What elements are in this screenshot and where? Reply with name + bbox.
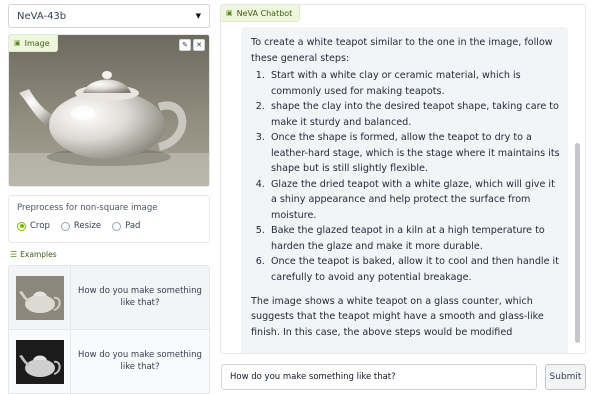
- examples-label: ☰ Examples: [10, 250, 57, 259]
- chatbot-label: ▣ NeVA Chatbot: [221, 5, 301, 22]
- example-text[interactable]: How do you make something like that?: [71, 330, 209, 393]
- image-panel-label: ▣ Image: [9, 35, 58, 52]
- step-item: Once the shape is formed, allow the teap…: [268, 130, 560, 177]
- examples-table: How do you make something like that? How…: [8, 265, 210, 394]
- chatbot-title: NeVA Chatbot: [236, 8, 293, 18]
- chat-icon: ▣: [226, 9, 233, 17]
- submit-button[interactable]: Submit: [545, 364, 586, 390]
- radio-resize-indicator[interactable]: [60, 221, 70, 231]
- radio-resize-label: Resize: [73, 221, 102, 231]
- bot-message-intro: To create a white teapot similar to the …: [251, 37, 553, 64]
- example-row[interactable]: How do you make something like that?: [9, 330, 209, 393]
- list-icon: ☰: [10, 250, 18, 259]
- preprocess-radio-group: Crop Resize Pad: [17, 221, 201, 231]
- steps-list: Start with a white clay or ceramic mater…: [251, 68, 560, 285]
- bot-message-outro: The image shows a white teapot on a glas…: [251, 295, 544, 338]
- step-item: Start with a white clay or ceramic mater…: [268, 68, 560, 99]
- radio-pad-label: Pad: [125, 221, 141, 231]
- step-item: Glaze the dried teapot with a white glaz…: [268, 177, 560, 224]
- examples-title: Examples: [20, 250, 57, 259]
- preprocess-title: Preprocess for non-square image: [17, 203, 158, 213]
- radio-crop-indicator[interactable]: [17, 221, 26, 231]
- chevron-down-icon: ▼: [195, 12, 201, 20]
- radio-crop[interactable]: Crop: [17, 221, 50, 231]
- step-item: Bake the glazed teapot in a kiln at a hi…: [268, 223, 560, 254]
- example-thumbnail[interactable]: [9, 266, 71, 330]
- chatbot-panel: ▣ NeVA Chatbot To create a white teapot …: [220, 4, 586, 354]
- example-text[interactable]: How do you make something like that?: [71, 266, 209, 329]
- example-thumbnail[interactable]: [9, 330, 71, 393]
- image-icon: ▣: [14, 39, 21, 47]
- radio-pad-indicator[interactable]: [112, 221, 122, 231]
- image-panel: ▣ Image ✎ ✕: [8, 34, 210, 187]
- image-tools: ✎ ✕: [179, 39, 205, 51]
- image-panel-title: Image: [24, 38, 50, 48]
- example-row[interactable]: How do you make something like that?: [9, 266, 209, 330]
- preprocess-panel: Preprocess for non-square image Crop Res…: [8, 195, 210, 243]
- chat-scrollbar-thumb[interactable]: [575, 143, 580, 343]
- model-select-value: NeVA-43b: [17, 10, 67, 22]
- bot-message: To create a white teapot similar to the …: [241, 27, 568, 353]
- message-input[interactable]: [221, 364, 537, 390]
- pencil-icon[interactable]: ✎: [179, 39, 191, 51]
- step-item: Once the teapot is baked, allow it to co…: [268, 254, 560, 285]
- radio-resize[interactable]: Resize: [60, 221, 102, 231]
- step-item: shape the clay into the desired teapot s…: [268, 99, 560, 130]
- chat-scrollbar[interactable]: [575, 25, 581, 345]
- model-select[interactable]: NeVA-43b ▼: [8, 4, 210, 28]
- close-icon[interactable]: ✕: [193, 39, 205, 51]
- uploaded-teapot-image: [9, 35, 209, 186]
- radio-crop-label: Crop: [30, 221, 50, 231]
- radio-pad[interactable]: Pad: [112, 221, 140, 231]
